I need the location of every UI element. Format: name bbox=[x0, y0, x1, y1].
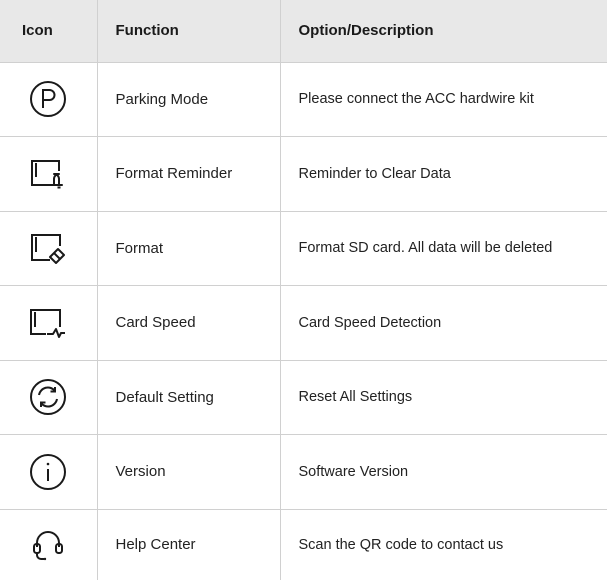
header-description: Option/Description bbox=[279, 0, 607, 63]
function-label: Format Reminder bbox=[96, 136, 281, 212]
info-circle-icon bbox=[30, 453, 67, 490]
function-label: Parking Mode bbox=[96, 61, 281, 137]
table-row: Card Speed Card Speed Detection bbox=[0, 285, 607, 361]
function-label: Card Speed bbox=[96, 285, 281, 361]
description-text: Card Speed Detection bbox=[279, 285, 607, 361]
table-row: Default Setting Reset All Settings bbox=[0, 359, 607, 435]
header-icon: Icon bbox=[0, 0, 98, 63]
table-row: Format Reminder Reminder to Clear Data bbox=[0, 136, 607, 212]
sd-card-eraser-icon bbox=[31, 234, 66, 265]
sd-card-bell-icon bbox=[31, 159, 64, 189]
function-label: Format bbox=[96, 210, 281, 286]
parking-p-icon bbox=[30, 81, 67, 118]
description-text: Reset All Settings bbox=[279, 359, 607, 435]
description-text: Please connect the ACC hardwire kit bbox=[279, 61, 607, 137]
header-function: Function bbox=[96, 0, 281, 63]
table-header-row: Icon Function Option/Description bbox=[0, 0, 607, 63]
function-label: Default Setting bbox=[96, 359, 281, 435]
function-table: Icon Function Option/Description Parking… bbox=[0, 0, 607, 580]
description-text: Software Version bbox=[279, 434, 607, 510]
table-row: Help Center Scan the QR code to contact … bbox=[0, 508, 607, 580]
description-text: Reminder to Clear Data bbox=[279, 136, 607, 212]
headset-icon bbox=[33, 530, 64, 560]
table-row: Version Software Version bbox=[0, 434, 607, 510]
function-label: Version bbox=[96, 434, 281, 510]
sd-card-pulse-icon bbox=[30, 308, 66, 338]
description-text: Scan the QR code to contact us bbox=[279, 508, 607, 580]
function-label: Help Center bbox=[96, 508, 281, 580]
description-text: Format SD card. All data will be deleted bbox=[279, 210, 607, 286]
table-row: Parking Mode Please connect the ACC hard… bbox=[0, 61, 607, 137]
table-row: Format Format SD card. All data will be … bbox=[0, 210, 607, 286]
reset-circle-icon bbox=[30, 379, 67, 416]
